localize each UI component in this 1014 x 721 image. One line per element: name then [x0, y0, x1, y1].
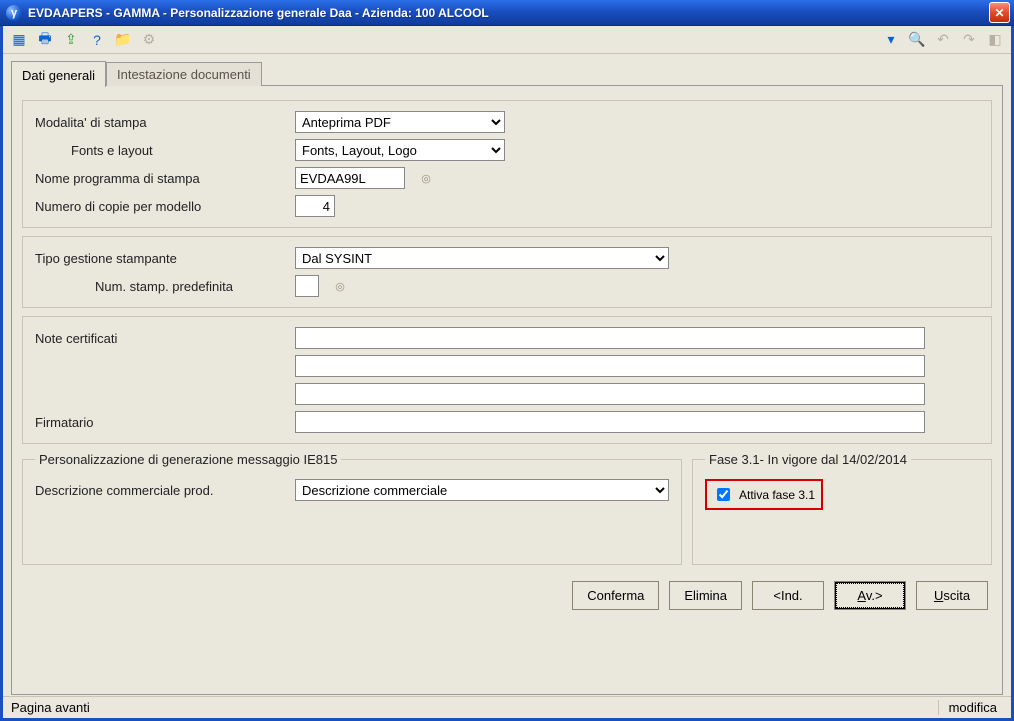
lookup-icon[interactable]: ◎ [419, 171, 433, 185]
legend-fase31: Fase 3.1- In vigore dal 14/02/2014 [705, 452, 911, 467]
confirm-button[interactable]: Conferma [572, 581, 659, 610]
label-notes: Note certificati [35, 331, 285, 346]
fieldset-fase31: Fase 3.1- In vigore dal 14/02/2014 Attiv… [692, 452, 992, 565]
content-area: Dati generali Intestazione documenti Mod… [3, 54, 1011, 696]
tab-header[interactable]: Intestazione documenti [106, 62, 262, 86]
statusbar: Pagina avanti modifica [3, 696, 1011, 718]
label-fonts-layout: Fonts e layout [35, 143, 285, 158]
checkbox-attiva-fase31[interactable] [717, 488, 730, 501]
tabs: Dati generali Intestazione documenti [11, 60, 1003, 86]
group-printer-management: Tipo gestione stampante Dal SYSINT Num. … [22, 236, 992, 308]
toolbar-redo-icon[interactable]: ↷ [959, 30, 979, 50]
next-button[interactable]: Av.> [834, 581, 906, 610]
toolbar-export-icon[interactable]: ⇪ [61, 30, 81, 50]
group-print-settings: Modalita' di stampa Anteprima PDF Fonts … [22, 100, 992, 228]
select-desc-comm[interactable]: Descrizione commerciale [295, 479, 669, 501]
legend-ie815: Personalizzazione di generazione messagg… [35, 452, 341, 467]
toolbar-help-icon[interactable]: ? [87, 30, 107, 50]
tab-panel-general: Modalita' di stampa Anteprima PDF Fonts … [11, 85, 1003, 695]
toolbar-print-icon[interactable]: 🖶 [35, 30, 55, 50]
button-bar: Conferma Elimina <Ind. Av.> Uscita [22, 573, 992, 616]
label-default-printer: Num. stamp. predefinita [35, 279, 285, 294]
fieldset-ie815: Personalizzazione di generazione messagg… [22, 452, 682, 565]
toolbar-undo-icon[interactable]: ↶ [933, 30, 953, 50]
window-frame: ▦ 🖶 ⇪ ? 📁 ⚙ ▾ 🔍 ↶ ↷ ◧ Dati generali Inte… [0, 26, 1014, 721]
select-printer-type[interactable]: Dal SYSINT [295, 247, 669, 269]
input-notes-2[interactable] [295, 355, 925, 377]
group-notes: Note certificati Firmatario [22, 316, 992, 444]
window-title: EVDAAPERS - GAMMA - Personalizzazione ge… [28, 6, 989, 20]
status-right: modifica [938, 700, 1007, 715]
tab-general[interactable]: Dati generali [11, 61, 106, 87]
input-program-name[interactable] [295, 167, 405, 189]
toolbar-file-icon[interactable]: ▦ [9, 30, 29, 50]
toolbar-dropdown-icon[interactable]: ▾ [881, 30, 901, 50]
input-notes-1[interactable] [295, 327, 925, 349]
input-signer[interactable] [295, 411, 925, 433]
prev-button[interactable]: <Ind. [752, 581, 824, 610]
toolbar-right: ▾ 🔍 ↶ ↷ ◧ [881, 30, 1005, 50]
label-printer-type: Tipo gestione stampante [35, 251, 285, 266]
toolbar: ▦ 🖶 ⇪ ? 📁 ⚙ ▾ 🔍 ↶ ↷ ◧ [3, 26, 1011, 54]
toolbar-exit-icon[interactable]: ◧ [985, 30, 1005, 50]
input-default-printer[interactable] [295, 275, 319, 297]
titlebar: γ EVDAAPERS - GAMMA - Personalizzazione … [0, 0, 1014, 26]
toolbar-left: ▦ 🖶 ⇪ ? 📁 ⚙ [9, 30, 159, 50]
lookup-icon-2[interactable]: ◎ [333, 279, 347, 293]
label-program-name: Nome programma di stampa [35, 171, 285, 186]
status-left: Pagina avanti [7, 700, 938, 715]
input-notes-3[interactable] [295, 383, 925, 405]
toolbar-search-icon[interactable]: 🔍 [907, 30, 927, 50]
select-fonts-layout[interactable]: Fonts, Layout, Logo [295, 139, 505, 161]
exit-button[interactable]: Uscita [916, 581, 988, 610]
bottom-fieldset-row: Personalizzazione di generazione messagg… [22, 452, 992, 565]
toolbar-gear-icon[interactable]: ⚙ [139, 30, 159, 50]
label-signer: Firmatario [35, 415, 285, 430]
highlight-attiva-fase: Attiva fase 3.1 [705, 479, 823, 510]
close-button[interactable]: ✕ [989, 2, 1010, 23]
toolbar-folder-icon[interactable]: 📁 [113, 30, 133, 50]
delete-button[interactable]: Elimina [669, 581, 742, 610]
select-print-mode[interactable]: Anteprima PDF [295, 111, 505, 133]
label-print-mode: Modalita' di stampa [35, 115, 285, 130]
label-copies: Numero di copie per modello [35, 199, 285, 214]
input-copies[interactable] [295, 195, 335, 217]
label-desc-comm: Descrizione commerciale prod. [35, 483, 285, 498]
app-icon: γ [6, 5, 22, 21]
label-attiva-fase31: Attiva fase 3.1 [739, 488, 815, 502]
